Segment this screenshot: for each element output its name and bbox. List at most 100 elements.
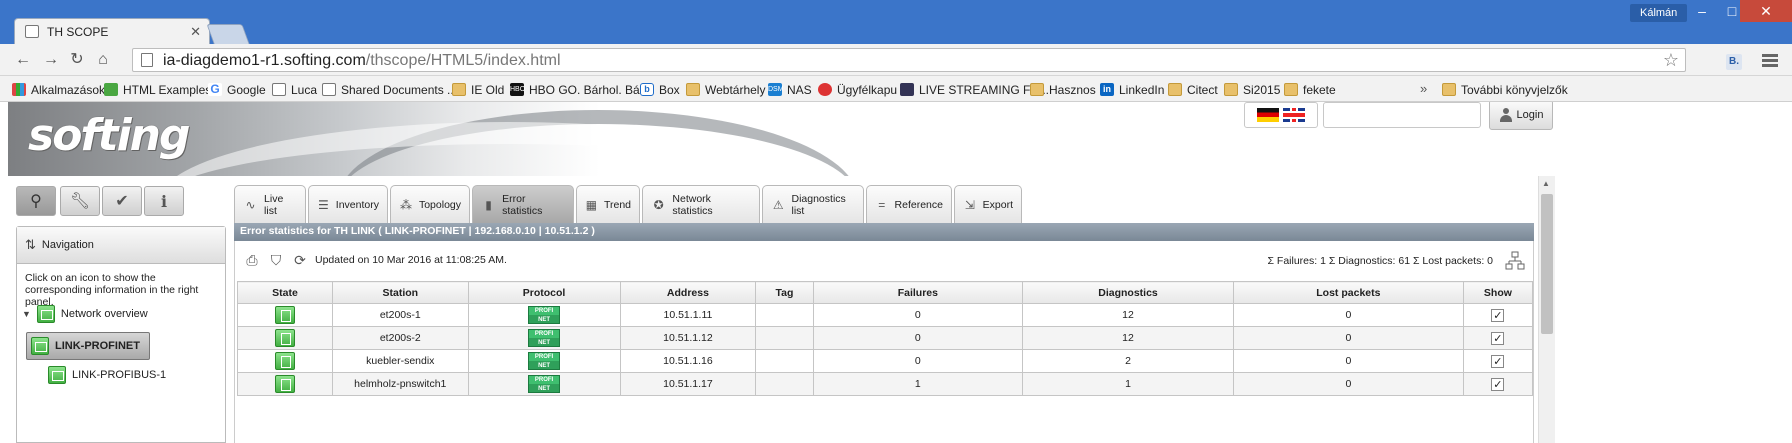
show-checkbox[interactable]: ✓: [1491, 308, 1505, 322]
scrollbar-thumb[interactable]: [1541, 194, 1553, 334]
station-cell: et200s-1: [332, 303, 469, 327]
new-tab-button[interactable]: [206, 24, 250, 44]
column-header-station[interactable]: Station: [332, 281, 469, 304]
bookmark-apps[interactable]: Alkalmazások: [12, 81, 105, 98]
bookmark-fekete[interactable]: fekete: [1284, 81, 1336, 98]
folder-icon: [1168, 83, 1182, 96]
bookmark-shared-documents[interactable]: Shared Documents ...: [322, 81, 457, 98]
address-bar[interactable]: ia-diagdemo1-r1.softing.com/thscope/HTML…: [132, 48, 1686, 72]
bookmark-star-icon[interactable]: ☆: [1663, 50, 1679, 71]
column-header-protocol[interactable]: Protocol: [467, 281, 621, 304]
address-cell: 10.51.1.17: [619, 372, 757, 396]
filter-icon[interactable]: ⛉: [267, 251, 285, 269]
show-checkbox[interactable]: ✓: [1491, 331, 1505, 345]
browser-tab[interactable]: TH SCOPE ✕: [14, 18, 210, 44]
reload-icon[interactable]: ↻: [66, 50, 88, 70]
diagnostics-cell: 12: [1022, 303, 1234, 327]
other-bookmarks[interactable]: További könyvjelzők: [1442, 81, 1568, 98]
tab-export[interactable]: ⇲ Export: [954, 185, 1022, 223]
page-info-icon[interactable]: [141, 53, 153, 67]
bookmark-hbo-go[interactable]: HBO HBO GO. Bárhol. Bár...: [510, 81, 653, 98]
clipboard-check-icon: ✔: [115, 193, 129, 210]
bookmark-luca[interactable]: Luca: [272, 81, 317, 98]
back-icon[interactable]: ←: [12, 50, 34, 70]
home-icon[interactable]: ⌂: [92, 50, 114, 70]
column-header-failures[interactable]: Failures: [812, 281, 1024, 304]
refresh-icon[interactable]: ⟳: [291, 251, 309, 269]
column-header-lost-packets[interactable]: Lost packets: [1232, 281, 1464, 304]
show-checkbox[interactable]: ✓: [1491, 354, 1505, 368]
device-ok-icon: [275, 329, 295, 347]
bookmark-linkedin[interactable]: in LinkedIn: [1100, 81, 1164, 98]
table-row[interactable]: kuebler-sendix PROFI NET 10.51.1.16 0 2 0…: [236, 349, 1534, 373]
tree-item-link-profinet[interactable]: LINK-PROFINET: [26, 332, 150, 360]
tab-inventory[interactable]: ☰ Inventory: [308, 185, 388, 223]
device-ok-icon: [275, 352, 295, 370]
table-row[interactable]: et200s-2 PROFI NET 10.51.1.12 0 12 0 ✓: [236, 326, 1534, 350]
browser-toolbar: ← → ↻ ⌂ ia-diagdemo1-r1.softing.com/thsc…: [0, 44, 1792, 76]
hierarchy-icon[interactable]: [1505, 251, 1525, 271]
tag-cell: [755, 303, 814, 327]
english-flag-icon[interactable]: [1283, 108, 1305, 122]
bookmark-html-examples[interactable]: HTML Examples: [104, 81, 211, 98]
bookmark-nas[interactable]: DSM NAS: [768, 81, 812, 98]
extension-icon[interactable]: B.: [1726, 54, 1742, 70]
checklist-tool-button[interactable]: ✔: [102, 186, 142, 216]
tab-network-statistics[interactable]: ✪ Network statistics: [642, 185, 760, 223]
bookmark-ie-old[interactable]: IE Old: [452, 81, 504, 98]
search-tool-button[interactable]: ⚲: [16, 186, 56, 216]
show-checkbox[interactable]: ✓: [1491, 377, 1505, 391]
close-window-icon[interactable]: ✕: [1740, 0, 1792, 22]
pulse-icon: ∿: [245, 197, 256, 212]
tree-item-link-profibus-1[interactable]: LINK-PROFIBUS-1: [48, 366, 166, 384]
bookmark-google[interactable]: G Google: [208, 81, 266, 98]
tab-live-list[interactable]: ∿ Live list: [234, 185, 306, 223]
login-button[interactable]: Login: [1489, 102, 1553, 130]
column-header-state[interactable]: State: [236, 281, 334, 304]
bookmark-citect[interactable]: Citect: [1168, 81, 1218, 98]
tab-error-statistics[interactable]: ▮ Error statistics: [472, 185, 574, 223]
language-selector: [1244, 102, 1318, 128]
column-header-diagnostics[interactable]: Diagnostics: [1022, 281, 1234, 304]
folder-icon: [1284, 83, 1298, 96]
folder-icon: [686, 83, 700, 96]
user-badge[interactable]: Kálmán: [1630, 4, 1688, 22]
wrench-icon: 🔧︎: [69, 193, 91, 210]
bookmark-ugyfelkapu[interactable]: Ügyfélkapu: [818, 81, 897, 98]
german-flag-icon[interactable]: [1257, 108, 1279, 122]
scroll-up-icon[interactable]: ▲: [1542, 179, 1550, 188]
page-icon: [322, 83, 336, 96]
bookmark-si2015[interactable]: Si2015: [1224, 81, 1280, 98]
settings-tool-button[interactable]: 🔧︎: [60, 186, 100, 216]
bookmark-live-streaming[interactable]: LIVE STREAMING FR...: [900, 81, 1049, 98]
forward-icon[interactable]: →: [40, 50, 62, 70]
address-cell: 10.51.1.16: [619, 349, 757, 373]
column-header-show[interactable]: Show: [1462, 281, 1534, 304]
bookmark-webtarhely[interactable]: Webtárhely: [686, 81, 765, 98]
page-scrollbar[interactable]: ▲: [1538, 176, 1555, 443]
login-input[interactable]: [1323, 102, 1481, 128]
table-row[interactable]: helmholz-pnswitch1 PROFI NET 10.51.1.17 1…: [236, 372, 1534, 396]
tab-diagnostics-list[interactable]: ⚠ Diagnostics list: [762, 185, 864, 223]
tab-trend[interactable]: ▦ Trend: [576, 185, 640, 223]
tab-reference[interactable]: = Reference: [866, 185, 952, 223]
failures-cell: 0: [812, 326, 1024, 350]
tab-topology[interactable]: ⁂ Topology: [390, 185, 470, 223]
diagnostics-cell: 1: [1022, 372, 1234, 396]
url-host: ia-diagdemo1-r1.softing.com: [163, 52, 366, 69]
column-header-tag[interactable]: Tag: [755, 281, 814, 304]
device-ok-icon: [275, 306, 295, 324]
table-row[interactable]: et200s-1 PROFI NET 10.51.1.11 0 12 0 ✓: [236, 303, 1534, 327]
bookmark-hasznos[interactable]: Hasznos: [1030, 81, 1096, 98]
close-tab-icon[interactable]: ✕: [190, 24, 201, 40]
column-header-address[interactable]: Address: [619, 281, 757, 304]
expand-icon[interactable]: ▼: [22, 309, 31, 319]
bookmark-box[interactable]: b Box: [640, 81, 680, 98]
menu-icon[interactable]: [1762, 52, 1778, 68]
print-icon[interactable]: ⎙: [243, 251, 261, 269]
navigation-header: ⇅ Navigation: [17, 227, 225, 264]
bookmarks-overflow-icon[interactable]: »: [1420, 81, 1427, 96]
inventory-icon: ☰: [318, 197, 329, 212]
tree-item-network-overview[interactable]: ▼ Network overview: [22, 305, 148, 323]
info-tool-button[interactable]: i: [144, 186, 184, 216]
